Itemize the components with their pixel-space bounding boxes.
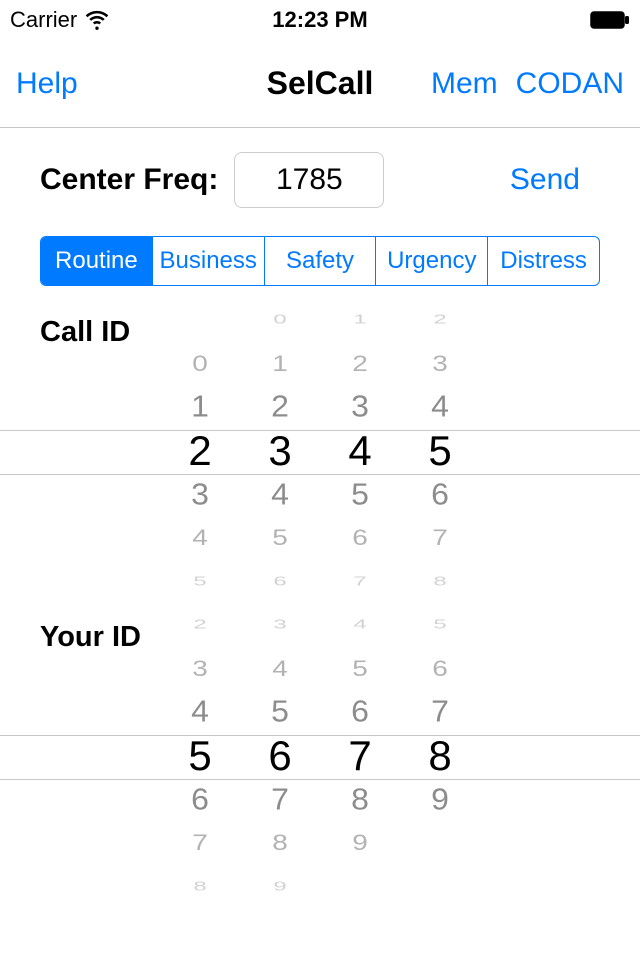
picker-item: 9 — [342, 825, 378, 860]
priority-segmented-control: Routine Business Safety Urgency Distress — [40, 236, 600, 286]
picker-item: 6 — [182, 779, 218, 820]
picker-item: 4 — [262, 474, 298, 515]
nav-bar: Help SelCall Mem CODAN — [0, 40, 640, 128]
wifi-icon — [85, 8, 109, 32]
mem-button[interactable]: Mem — [431, 67, 498, 101]
center-freq-label: Center Freq: — [40, 163, 218, 197]
picker-item: 0 — [262, 308, 298, 332]
picker-item: 7 — [182, 825, 218, 860]
picker-item: 6 — [262, 734, 298, 778]
picker-item: 2 — [262, 386, 298, 427]
picker-item: 5 — [262, 691, 298, 732]
picker-column[interactable]: 0 123 4 5 — [182, 298, 218, 603]
picker-item: 4 — [342, 429, 378, 473]
segment-safety[interactable]: Safety — [264, 237, 376, 285]
picker-item: 7 — [262, 779, 298, 820]
picker-column[interactable]: 0 1 234 5 6 — [262, 298, 298, 603]
picker-item: 5 — [182, 569, 218, 593]
status-bar: Carrier 12:23 PM — [0, 0, 640, 40]
picker-item: 4 — [342, 613, 378, 637]
segment-business[interactable]: Business — [152, 237, 264, 285]
picker-item: 9 — [262, 874, 298, 898]
picker-column[interactable]: 2 3 456 7 8 — [422, 298, 458, 603]
picker-item: 6 — [342, 691, 378, 732]
center-freq-row: Center Freq: Send — [0, 128, 640, 222]
picker-item: 1 — [262, 346, 298, 381]
picker-item: 4 — [182, 691, 218, 732]
picker-item: 8 — [262, 825, 298, 860]
battery-icon — [590, 11, 630, 29]
picker-column[interactable]: 1 2 345 6 7 — [342, 298, 378, 603]
picker-item: 8 — [422, 734, 458, 778]
picker-item: 5 — [342, 651, 378, 686]
picker-item: 5 — [422, 613, 458, 637]
picker-item: 3 — [422, 346, 458, 381]
call-id-picker[interactable]: Call ID 012345012345612345672345678 — [0, 298, 640, 603]
segment-routine[interactable]: Routine — [41, 237, 152, 285]
picker-item: 1 — [342, 308, 378, 332]
picker-item: 6 — [262, 569, 298, 593]
picker-item: 8 — [342, 779, 378, 820]
picker-item: 5 — [182, 734, 218, 778]
picker-item: 4 — [262, 651, 298, 686]
picker-item: 3 — [342, 386, 378, 427]
page-title: SelCall — [267, 65, 374, 102]
picker-item: 4 — [182, 520, 218, 555]
picker-item: 4 — [422, 386, 458, 427]
picker-item: 6 — [422, 651, 458, 686]
picker-column[interactable]: 4 5 678 9 — [342, 603, 378, 908]
picker-item: 7 — [342, 734, 378, 778]
picker-item: 2 — [342, 346, 378, 381]
picker-item: 8 — [422, 569, 458, 593]
picker-item: 3 — [182, 651, 218, 686]
picker-column[interactable]: 3 4 567 8 9 — [262, 603, 298, 908]
picker-item: 9 — [422, 779, 458, 820]
call-id-label: Call ID — [40, 316, 130, 349]
center-freq-input[interactable] — [234, 152, 384, 208]
picker-item: 5 — [342, 474, 378, 515]
picker-column[interactable]: 5 6 789 — [422, 603, 458, 908]
segment-urgency[interactable]: Urgency — [375, 237, 487, 285]
picker-item: 5 — [262, 520, 298, 555]
picker-item: 7 — [422, 520, 458, 555]
codan-button[interactable]: CODAN — [516, 67, 624, 101]
your-id-label: Your ID — [40, 621, 141, 654]
picker-item: 8 — [182, 874, 218, 898]
picker-item: 5 — [422, 429, 458, 473]
picker-item: 3 — [262, 613, 298, 637]
your-id-picker[interactable]: Your ID 2345678345678945678956789 — [0, 603, 640, 908]
picker-item: 7 — [422, 691, 458, 732]
send-button[interactable]: Send — [510, 163, 580, 197]
picker-item: 3 — [262, 429, 298, 473]
help-button[interactable]: Help — [16, 67, 78, 101]
picker-item: 6 — [342, 520, 378, 555]
picker-item: 1 — [182, 386, 218, 427]
picker-item: 7 — [342, 569, 378, 593]
picker-item: 2 — [182, 613, 218, 637]
picker-column[interactable]: 2 3 456 7 8 — [182, 603, 218, 908]
carrier-label: Carrier — [10, 7, 77, 33]
picker-item: 3 — [182, 474, 218, 515]
picker-item: 2 — [422, 308, 458, 332]
picker-item: 6 — [422, 474, 458, 515]
picker-item: 0 — [182, 346, 218, 381]
clock: 12:23 PM — [272, 7, 367, 33]
segment-distress[interactable]: Distress — [487, 237, 599, 285]
picker-item: 2 — [182, 429, 218, 473]
